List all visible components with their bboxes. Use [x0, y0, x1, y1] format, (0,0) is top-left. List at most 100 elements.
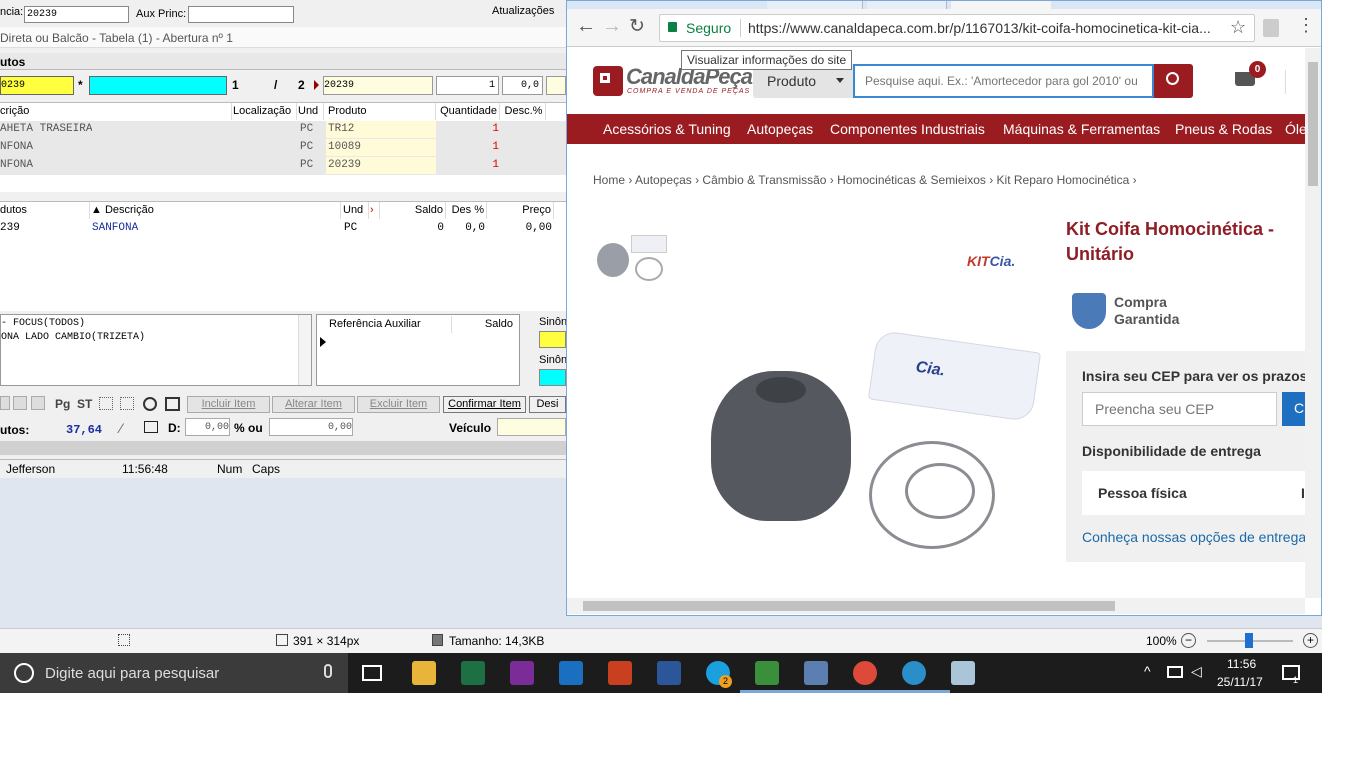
refresh-icon[interactable]	[143, 397, 157, 411]
expand-icon[interactable]	[165, 397, 180, 411]
cep-input[interactable]	[1082, 392, 1277, 426]
address-bar[interactable]: Seguro https://www.canaldapeca.com.br/p/…	[659, 14, 1255, 42]
col-descricao[interactable]: crição	[0, 103, 232, 120]
code-input[interactable]	[0, 76, 74, 95]
taskbar-search[interactable]: Digite aqui para pesquisar	[0, 653, 348, 693]
file-explorer-icon[interactable]	[412, 661, 436, 685]
forward-icon[interactable]: →	[602, 15, 622, 38]
notes-scrollbar[interactable]	[298, 315, 311, 385]
confirmar-item-button[interactable]: Confirmar Item	[443, 396, 526, 413]
microphone-icon[interactable]	[324, 664, 332, 678]
zoom-slider-thumb[interactable]	[1245, 633, 1253, 648]
col-saldo[interactable]: Saldo	[381, 202, 446, 219]
incluir-item-button[interactable]: Incluir Item	[187, 396, 270, 413]
quantity-input[interactable]	[436, 76, 499, 95]
breadcrumb-kit-reparo[interactable]: Kit Reparo Homocinética	[997, 173, 1130, 187]
back-icon[interactable]: ←	[576, 15, 596, 38]
table-row[interactable]: 239 SANFONA PC 0 0,0 0,00	[0, 220, 566, 238]
browser-tab[interactable]	[867, 1, 947, 9]
erp-horizontal-scrollbar[interactable]	[0, 441, 566, 455]
vertical-scrollbar[interactable]	[1305, 48, 1321, 598]
nav-next-icon[interactable]	[31, 396, 45, 410]
discount-pct-input[interactable]	[269, 418, 353, 436]
star-bookmark-icon[interactable]: ☆	[1230, 17, 1246, 38]
st-button[interactable]: ST	[77, 397, 92, 411]
zoom-out-icon[interactable]: −	[1181, 633, 1196, 648]
copy-icon[interactable]	[99, 397, 113, 410]
clock-time[interactable]: 11:56	[1227, 657, 1256, 671]
table-row[interactable]: NFONA PC 10089 1	[0, 139, 566, 157]
nav-first-icon[interactable]	[0, 396, 10, 410]
teamviewer-icon[interactable]	[902, 661, 926, 685]
breadcrumb-autopecas[interactable]: Autopeças	[635, 173, 692, 187]
menu-dots-icon[interactable]: ⋮	[1297, 15, 1315, 36]
extra-input[interactable]	[546, 76, 566, 95]
onenote-icon[interactable]	[510, 661, 534, 685]
col-produtos[interactable]: dutos	[0, 202, 90, 219]
outlook-icon[interactable]	[559, 661, 583, 685]
aux-princ-input[interactable]	[188, 6, 294, 23]
colorful-app-icon[interactable]	[755, 661, 779, 685]
col-des[interactable]: Des %	[447, 202, 487, 219]
col-desconto[interactable]: Desc.%	[502, 103, 546, 120]
product-thumbnail[interactable]	[597, 231, 673, 287]
logo-icon[interactable]	[593, 66, 623, 96]
chevron-up-icon[interactable]: ^	[1144, 663, 1151, 679]
secure-label[interactable]: Seguro	[686, 20, 731, 36]
col-quantidade[interactable]: Quantidade	[437, 103, 500, 120]
browser-tab-active[interactable]	[951, 1, 1051, 9]
network-icon[interactable]	[1167, 666, 1183, 678]
clock-date[interactable]: 25/11/17	[1217, 675, 1263, 689]
excel-icon[interactable]	[461, 661, 485, 685]
pdf-extension-icon[interactable]	[1263, 19, 1279, 37]
vertical-scrollbar-thumb[interactable]	[1308, 62, 1318, 186]
col-preco[interactable]: Preço	[488, 202, 554, 219]
pessoa-fisica-box[interactable]: Pessoa física I	[1082, 471, 1305, 515]
edit-pen-icon[interactable]: ⁄	[120, 420, 122, 436]
pg-button[interactable]: Pg	[55, 397, 70, 411]
discount-input[interactable]	[502, 76, 543, 95]
search-button[interactable]	[1154, 64, 1193, 98]
nav-maquinas[interactable]: Máquinas & Ferramentas	[1003, 121, 1160, 137]
discount-value-input[interactable]	[185, 418, 230, 436]
task-view-icon[interactable]	[362, 665, 382, 681]
grid-icon[interactable]	[120, 397, 134, 410]
url-text[interactable]: https://www.canaldapeca.com.br/p/1167013…	[748, 20, 1211, 36]
horizontal-scrollbar-thumb[interactable]	[583, 601, 1115, 611]
table-row[interactable]: NFONA PC 20239 1	[0, 157, 566, 175]
reload-icon[interactable]: ↻	[629, 15, 645, 38]
nav-oleos[interactable]: Óle	[1285, 121, 1305, 137]
split-icon[interactable]	[144, 421, 158, 433]
conheca-link[interactable]: Conheça nossas opções de entrega	[1082, 529, 1306, 545]
volume-icon[interactable]: ◁	[1191, 663, 1202, 680]
veiculo-input[interactable]	[497, 418, 566, 436]
powerpoint-icon[interactable]	[608, 661, 632, 685]
nav-prev-icon[interactable]	[13, 396, 27, 410]
col-produto[interactable]: Produto	[326, 103, 436, 120]
col-descricao-sort[interactable]: ▲ Descrição	[91, 202, 341, 219]
nav-autopecas[interactable]: Autopeças	[747, 121, 813, 137]
table-row[interactable]: AHETA TRASEIRA PC TR12 1	[0, 121, 566, 139]
sinonimo-input-2[interactable]	[539, 369, 566, 386]
chrome-icon[interactable]	[853, 661, 877, 685]
alterar-item-button[interactable]: Alterar Item	[272, 396, 355, 413]
nav-componentes[interactable]: Componentes Industriais	[830, 121, 985, 137]
zoom-in-icon[interactable]: +	[1303, 633, 1318, 648]
col-localizacao[interactable]: Localização	[233, 103, 297, 120]
horizontal-scrollbar[interactable]	[567, 598, 1305, 614]
breadcrumb-cambio[interactable]: Câmbio & Transmissão	[702, 173, 826, 187]
nav-pneus[interactable]: Pneus & Rodas	[1175, 121, 1272, 137]
browser-tab[interactable]	[767, 1, 863, 9]
remote-app-icon[interactable]	[804, 661, 828, 685]
col-und[interactable]: Und	[343, 202, 369, 219]
desistir-button[interactable]: Desi	[529, 396, 566, 413]
breadcrumb-homocineticas[interactable]: Homocinéticas & Semieixos	[837, 173, 986, 187]
product-search-input[interactable]	[853, 64, 1154, 98]
produto-input[interactable]	[323, 76, 433, 95]
paint-icon[interactable]	[951, 661, 975, 685]
col-und[interactable]: Und	[298, 103, 324, 120]
lock-icon[interactable]	[668, 22, 677, 32]
cart-button[interactable]: 0	[1233, 61, 1266, 94]
excluir-item-button[interactable]: Excluir Item	[357, 396, 440, 413]
description-input[interactable]	[89, 76, 227, 95]
